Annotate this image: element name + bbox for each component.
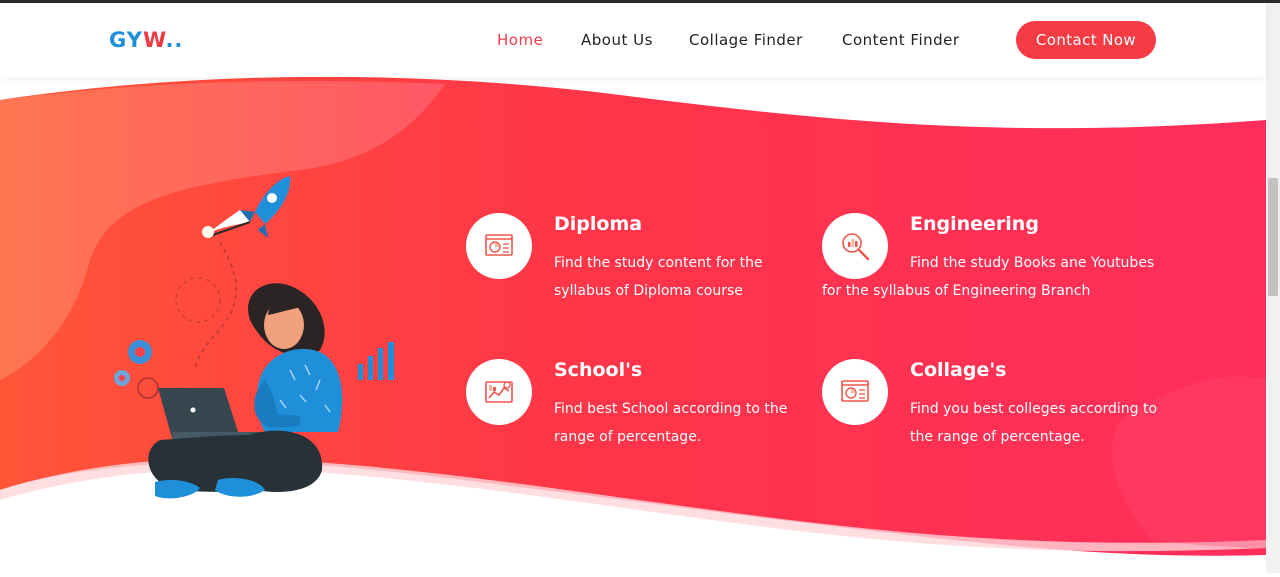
site-header: GYW.. Home About Us Collage Finder Conte…	[0, 3, 1266, 77]
report-icon	[841, 380, 869, 402]
logo-part: ..	[165, 28, 184, 52]
feature-description: Find the study Books ane Youtubes for th…	[822, 255, 1155, 299]
nav-link-collage-finder[interactable]: Collage Finder	[689, 31, 803, 49]
bar-chart-icon	[358, 342, 394, 380]
analytics-icon	[485, 381, 513, 403]
feature-title: Engineering	[910, 213, 1039, 235]
hero-section: Diploma Find the study content for the s…	[0, 0, 1266, 573]
scrollbar[interactable]	[1266, 3, 1280, 573]
feature-description: Find the study content for the syllabus …	[554, 255, 763, 299]
feature-description: Find you best colleges according to the …	[910, 401, 1158, 445]
student-laptop-illustration	[114, 176, 394, 499]
feature-title: School's	[554, 359, 643, 381]
scrollbar-thumb[interactable]	[1268, 178, 1278, 296]
feature-description: Find best School according to the range …	[554, 401, 788, 445]
rocket-icon	[202, 176, 291, 238]
logo-part: W	[142, 28, 166, 52]
feature-icon-circle	[466, 359, 532, 425]
feature-icon-circle	[466, 213, 532, 279]
feature-title: Collage's	[910, 359, 1007, 381]
feature-icon-circle	[822, 359, 888, 425]
nav-link-content-finder[interactable]: Content Finder	[842, 31, 960, 49]
laptop-icon	[158, 388, 240, 438]
contact-now-button[interactable]: Contact Now	[1016, 21, 1156, 59]
report-icon	[485, 234, 513, 256]
logo-part: GY	[109, 28, 143, 52]
nav-link-home[interactable]: Home	[497, 31, 543, 49]
site-logo[interactable]: GYW..	[109, 28, 183, 52]
nav-link-about-us[interactable]: About Us	[581, 31, 653, 49]
feature-title: Diploma	[554, 213, 643, 235]
gear-icon	[114, 340, 159, 399]
